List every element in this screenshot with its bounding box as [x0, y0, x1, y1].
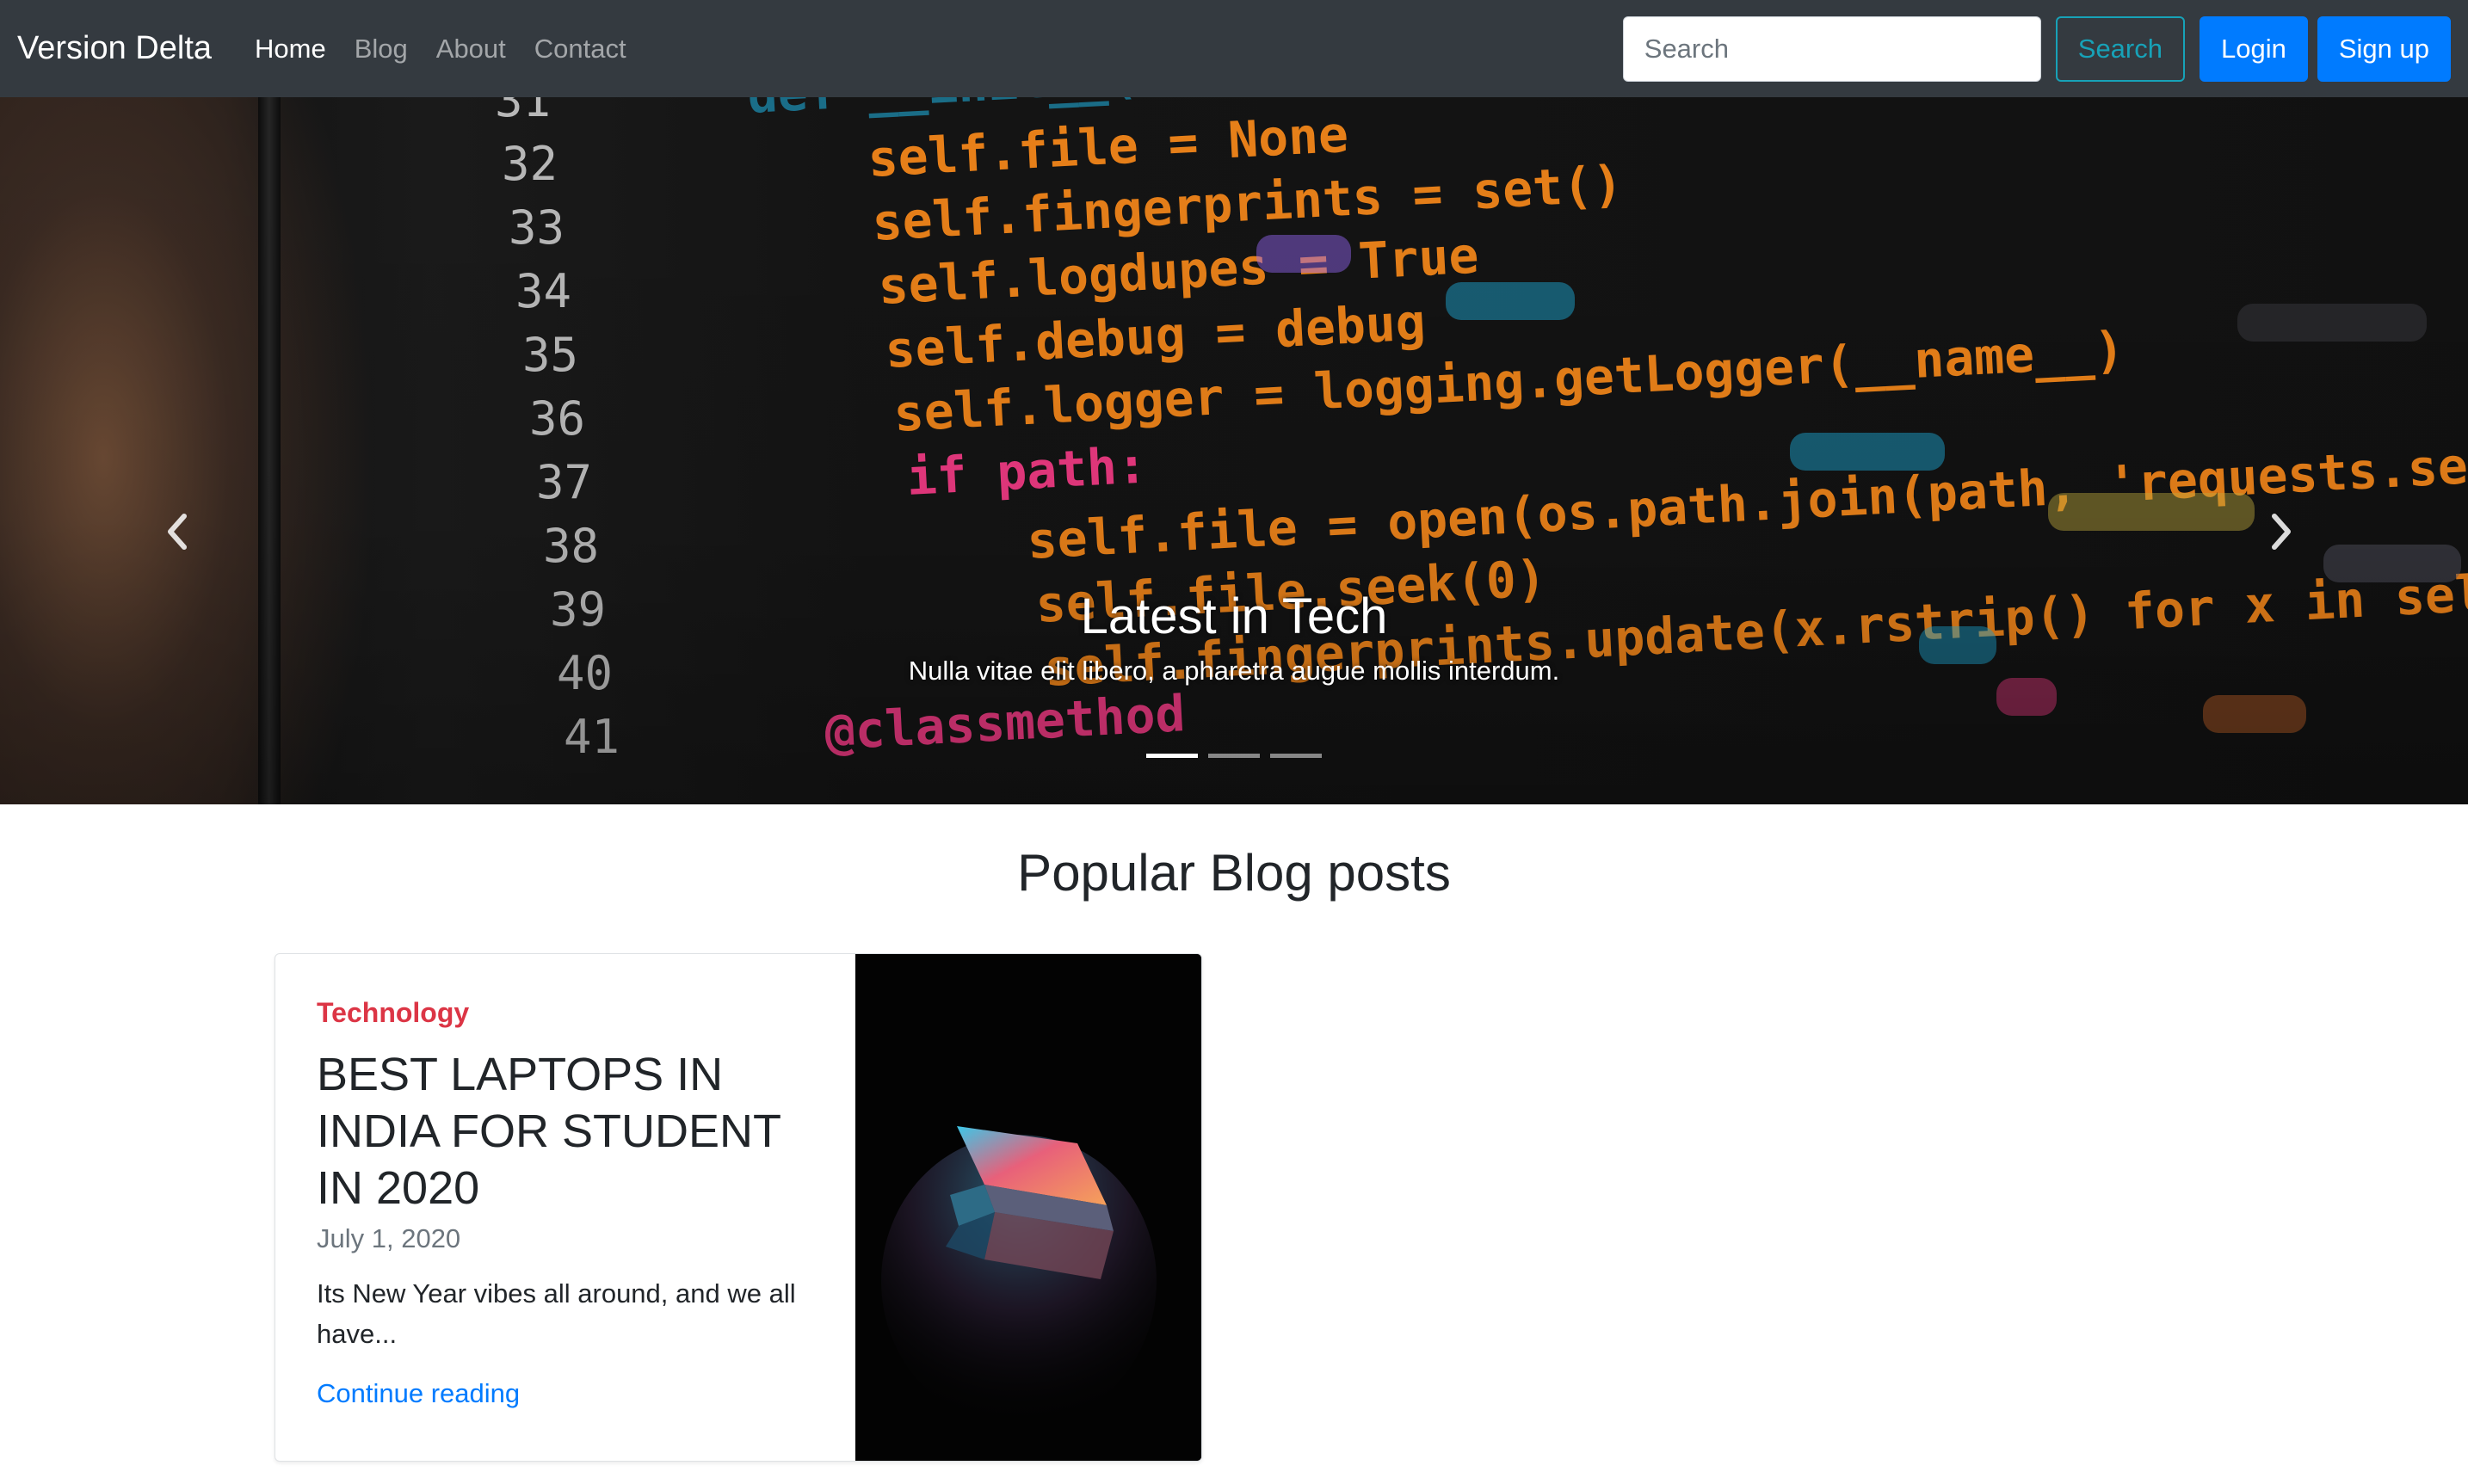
laptop-image	[855, 954, 1201, 1461]
nav-link-contact[interactable]: Contact	[534, 34, 626, 65]
search-button[interactable]: Search	[2055, 15, 2185, 82]
search-input[interactable]	[1622, 15, 2041, 82]
post-thumbnail	[855, 954, 1201, 1461]
carousel-caption: Latest in Tech Nulla vitae elit libero, …	[0, 588, 2468, 687]
carousel-indicators	[0, 754, 2468, 758]
carousel-shade	[0, 97, 2468, 804]
chevron-left-icon	[168, 514, 187, 550]
carousel-prev-control[interactable]	[151, 506, 202, 557]
continue-reading-link[interactable]: Continue reading	[317, 1378, 520, 1408]
carousel-caption-text: Nulla vitae elit libero, a pharetra augu…	[908, 656, 1560, 686]
brand-link[interactable]: Version Delta	[17, 30, 212, 67]
post-date: July 1, 2020	[317, 1223, 461, 1253]
blog-post-card: Technology BEST LAPTOPS IN INDIA FOR STU…	[275, 953, 1202, 1462]
nav-link-home[interactable]: Home	[255, 34, 326, 65]
nav-actions: Search Login Sign up	[1622, 15, 2451, 82]
nav-link-blog[interactable]: Blog	[355, 34, 408, 65]
post-title: BEST LAPTOPS IN INDIA FOR STUDENT IN 202…	[317, 1049, 781, 1214]
carousel-indicator-2[interactable]	[1208, 754, 1260, 758]
carousel-caption-title: Latest in Tech	[1080, 588, 1388, 644]
carousel-indicator-1[interactable]	[1146, 754, 1198, 758]
carousel-indicator-3[interactable]	[1270, 754, 1322, 758]
nav-links: Home Blog About Contact	[255, 34, 655, 65]
navbar: Version Delta Home Blog About Contact Se…	[0, 0, 2468, 97]
blog-post-body: Technology BEST LAPTOPS IN INDIA FOR STU…	[275, 954, 855, 1461]
nav-link-about[interactable]: About	[436, 34, 506, 65]
popular-posts-heading: Popular Blog posts	[1017, 844, 1451, 902]
hero-carousel: 3132333435363738394041def __init__(self,…	[0, 97, 2468, 804]
login-button[interactable]: Login	[2200, 15, 2308, 82]
post-excerpt: Its New Year vibes all around, and we al…	[317, 1278, 796, 1349]
chevron-right-icon	[2272, 514, 2291, 550]
carousel-next-control[interactable]	[2256, 506, 2308, 557]
signup-button[interactable]: Sign up	[2317, 15, 2451, 82]
post-category: Technology	[317, 997, 470, 1028]
